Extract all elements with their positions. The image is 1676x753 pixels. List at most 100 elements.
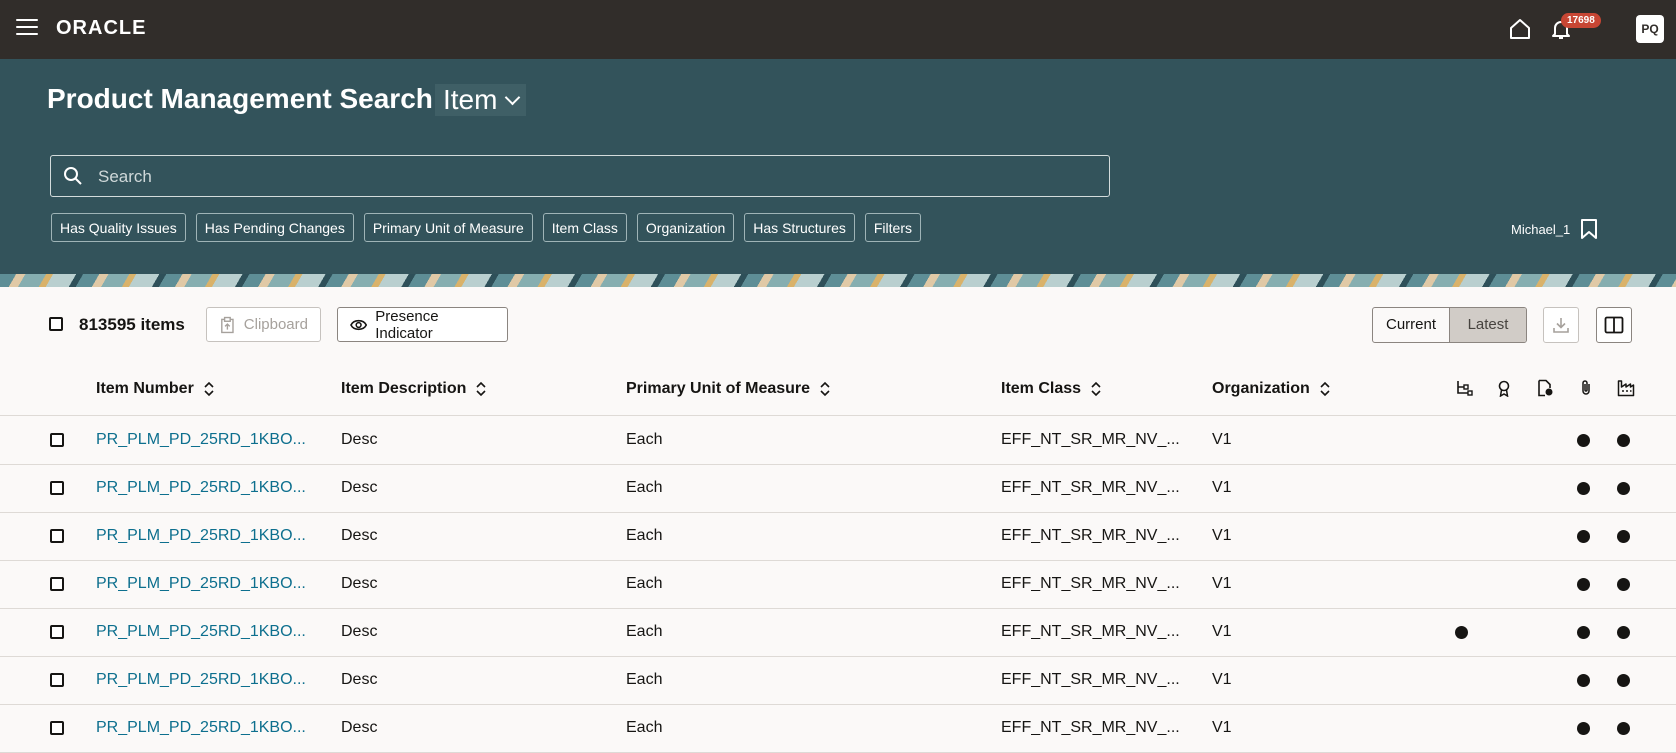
columns-layout-button[interactable]: [1596, 307, 1632, 343]
item-number-link[interactable]: PR_PLM_PD_25RD_1KBO...: [96, 671, 306, 689]
items-count: 813595 items: [79, 315, 185, 334]
download-button[interactable]: [1543, 307, 1579, 343]
item-class-cell: EFF_NT_SR_MR_NV_...: [1001, 431, 1180, 448]
home-icon[interactable]: [1508, 17, 1532, 41]
row-checkbox[interactable]: [50, 577, 64, 591]
menu-icon[interactable]: [16, 19, 38, 39]
manufacturer-presence-dot: [1617, 626, 1630, 639]
column-header-primary-uom[interactable]: Primary Unit of Measure: [626, 380, 830, 398]
item-class-cell: EFF_NT_SR_MR_NV_...: [1001, 671, 1180, 688]
filter-chips: Has Quality Issues Has Pending Changes P…: [51, 213, 921, 242]
filter-chip-primary-uom[interactable]: Primary Unit of Measure: [363, 213, 533, 242]
top-bar: ORACLE 17698 PQ: [0, 0, 1676, 59]
notifications-badge[interactable]: 17698: [1561, 13, 1601, 28]
table-row[interactable]: PR_PLM_PD_25RD_1KBO... Desc Each EFF_NT_SR_…: [0, 464, 1676, 513]
attachment-presence-dot: [1577, 482, 1590, 495]
item-description-cell: Desc: [341, 671, 378, 688]
version-toggle: Current Latest: [1372, 307, 1527, 343]
column-header-item-class[interactable]: Item Class: [1001, 380, 1101, 398]
page-title: Product Management Search: [47, 83, 433, 114]
filter-chip-has-pending-changes[interactable]: Has Pending Changes: [195, 213, 354, 242]
filter-chip-organization[interactable]: Organization: [636, 213, 735, 242]
column-header-label: Item Description: [341, 380, 467, 397]
uom-cell: Each: [626, 623, 663, 640]
oracle-logo[interactable]: ORACLE: [56, 17, 146, 40]
uom-cell: Each: [626, 479, 663, 496]
quality-icon: [1498, 380, 1510, 397]
item-number-link[interactable]: PR_PLM_PD_25RD_1KBO...: [96, 431, 306, 449]
attachment-presence-dot: [1577, 530, 1590, 543]
table-row[interactable]: PR_PLM_PD_25RD_1KBO... Desc Each EFF_NT_SR_…: [0, 512, 1676, 561]
manufacturer-presence-dot: [1617, 530, 1630, 543]
manufacturer-presence-dot: [1617, 434, 1630, 447]
item-class-cell: EFF_NT_SR_MR_NV_...: [1001, 575, 1180, 592]
manufacturer-icon: [1617, 380, 1635, 397]
version-current-button[interactable]: Current: [1373, 308, 1449, 342]
column-header-item-number[interactable]: Item Number: [96, 380, 214, 398]
item-number-link[interactable]: PR_PLM_PD_25RD_1KBO...: [96, 479, 306, 497]
item-class-cell: EFF_NT_SR_MR_NV_...: [1001, 527, 1180, 544]
uom-cell: Each: [626, 575, 663, 592]
columns-icon: [1604, 316, 1624, 334]
filters-button[interactable]: Filters: [864, 213, 921, 242]
table-row[interactable]: PR_PLM_PD_25RD_1KBO... Desc Each EFF_NT_SR_…: [0, 560, 1676, 609]
item-description-cell: Desc: [341, 527, 378, 544]
presence-indicator-button[interactable]: Presence Indicator: [337, 307, 508, 342]
table-row[interactable]: PR_PLM_PD_25RD_1KBO... Desc Each EFF_NT_SR_…: [0, 656, 1676, 705]
row-checkbox[interactable]: [50, 625, 64, 639]
uom-cell: Each: [626, 719, 663, 736]
clipboard-button[interactable]: Clipboard: [206, 307, 321, 342]
uom-cell: Each: [626, 431, 663, 448]
search-input[interactable]: [96, 156, 1100, 198]
item-number-link[interactable]: PR_PLM_PD_25RD_1KBO...: [96, 719, 306, 737]
item-number-link[interactable]: PR_PLM_PD_25RD_1KBO...: [96, 575, 306, 593]
version-latest-button[interactable]: Latest: [1449, 308, 1526, 342]
uom-cell: Each: [626, 527, 663, 544]
row-checkbox[interactable]: [50, 433, 64, 447]
organization-cell: V1: [1212, 431, 1232, 448]
row-checkbox[interactable]: [50, 721, 64, 735]
avatar[interactable]: PQ: [1636, 15, 1664, 43]
column-header-organization[interactable]: Organization: [1212, 380, 1330, 398]
row-checkbox[interactable]: [50, 529, 64, 543]
sort-icon: [1320, 381, 1330, 396]
structure-presence-dot: [1455, 626, 1468, 639]
organization-cell: V1: [1212, 623, 1232, 640]
object-type-select[interactable]: Item: [435, 84, 527, 116]
item-class-cell: EFF_NT_SR_MR_NV_...: [1001, 479, 1180, 496]
item-number-link[interactable]: PR_PLM_PD_25RD_1KBO...: [96, 623, 306, 641]
attachment-presence-dot: [1577, 722, 1590, 735]
item-description-cell: Desc: [341, 623, 378, 640]
row-checkbox[interactable]: [50, 481, 64, 495]
filter-chip-has-structures[interactable]: Has Structures: [744, 213, 855, 242]
object-type-value: Item: [443, 84, 498, 115]
filter-chip-item-class[interactable]: Item Class: [542, 213, 627, 242]
manufacturer-presence-dot: [1617, 578, 1630, 591]
table-row[interactable]: PR_PLM_PD_25RD_1KBO... Desc Each EFF_NT_SR_…: [0, 704, 1676, 753]
organization-cell: V1: [1212, 479, 1232, 496]
table-row[interactable]: PR_PLM_PD_25RD_1KBO... Desc Each EFF_NT_SR_…: [0, 608, 1676, 657]
clipboard-icon: [221, 316, 234, 333]
manufacturer-presence-dot: [1617, 722, 1630, 735]
presence-indicator-label: Presence Indicator: [375, 307, 439, 342]
filter-chip-has-quality-issues[interactable]: Has Quality Issues: [51, 213, 186, 242]
column-header-item-description[interactable]: Item Description: [341, 380, 486, 398]
uom-cell: Each: [626, 671, 663, 688]
table-row[interactable]: PR_PLM_PD_25RD_1KBO... Desc Each EFF_NT_SR_…: [0, 416, 1676, 465]
row-checkbox[interactable]: [50, 673, 64, 687]
bookmark-icon[interactable]: [1580, 218, 1598, 240]
eye-icon: [350, 319, 368, 330]
saved-search-name[interactable]: Michael_1: [1511, 222, 1570, 237]
manufacturer-presence-dot: [1617, 674, 1630, 687]
pending-change-icon: [1538, 379, 1553, 397]
column-header-label: Primary Unit of Measure: [626, 380, 811, 397]
select-all-checkbox[interactable]: [49, 317, 63, 331]
item-number-link[interactable]: PR_PLM_PD_25RD_1KBO...: [96, 527, 306, 545]
structure-icon: [1457, 381, 1473, 396]
item-description-cell: Desc: [341, 575, 378, 592]
search-field[interactable]: [50, 155, 1110, 198]
download-icon: [1553, 318, 1569, 333]
manufacturer-presence-dot: [1617, 482, 1630, 495]
attachment-presence-dot: [1577, 626, 1590, 639]
sort-icon: [476, 381, 486, 396]
